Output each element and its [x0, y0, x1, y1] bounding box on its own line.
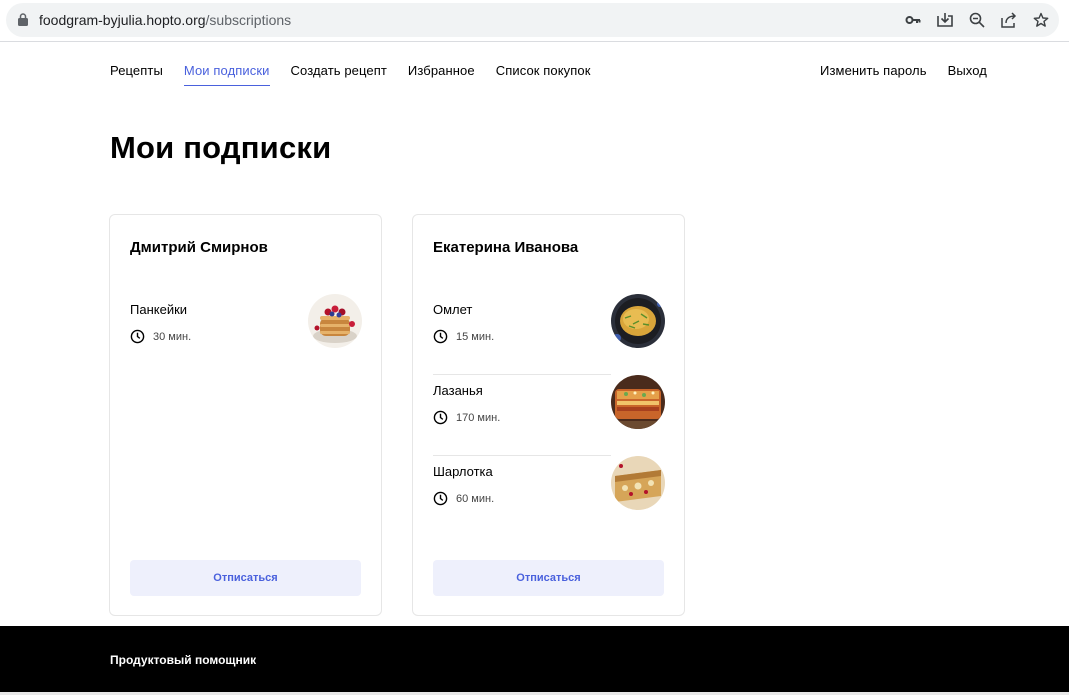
recipe-time: 15 мин.	[433, 329, 494, 344]
recipe-time: 30 мин.	[130, 329, 191, 344]
clock-icon	[433, 329, 448, 344]
site-footer: Продуктовый помощник	[0, 626, 1069, 692]
nav-recipes[interactable]: Рецепты	[110, 63, 163, 86]
star-icon[interactable]	[1031, 10, 1051, 30]
clock-icon	[433, 410, 448, 425]
recipe-time-text: 30 мин.	[153, 330, 192, 343]
omelette-image[interactable]	[611, 294, 665, 348]
url-path: /subscriptions	[205, 12, 292, 28]
nav-favorites[interactable]: Избранное	[408, 63, 475, 86]
site-header: Рецепты Мои подписки Создать рецепт Избр…	[0, 42, 1069, 94]
recipe-name[interactable]: Лазанья	[433, 383, 483, 398]
share-icon[interactable]	[999, 10, 1019, 30]
recipe-list: Омлет 15 мин. Лазанья 170 мин. Шарлотка …	[433, 294, 665, 537]
recipe-name[interactable]: Панкейки	[130, 302, 187, 317]
url-text[interactable]: foodgram-byjulia.hopto.org/subscriptions	[39, 12, 291, 28]
address-bar[interactable]: foodgram-byjulia.hopto.org/subscriptions	[6, 3, 1059, 37]
nav-my-subscriptions[interactable]: Мои подписки	[183, 63, 270, 86]
recipe-list: Панкейки 30 мин.	[130, 294, 362, 375]
clock-icon	[433, 491, 448, 506]
nav-shopping-list[interactable]: Список покупок	[496, 63, 591, 86]
clock-icon	[130, 329, 145, 344]
zoom-out-icon[interactable]	[967, 10, 987, 30]
footer-brand: Продуктовый помощник	[110, 653, 257, 667]
recipe-time: 60 мин.	[433, 491, 494, 506]
nav-create-recipe[interactable]: Создать рецепт	[291, 63, 387, 86]
unsubscribe-button[interactable]: Отписаться	[433, 560, 664, 596]
change-password-link[interactable]: Изменить пароль	[820, 63, 927, 86]
charlotte-image[interactable]	[611, 456, 665, 510]
recipe-item[interactable]: Шарлотка 60 мин.	[433, 456, 665, 537]
recipe-item[interactable]: Лазанья 170 мин.	[433, 375, 665, 456]
recipe-name[interactable]: Шарлотка	[433, 464, 493, 479]
page-title: Мои подписки	[110, 130, 332, 165]
logout-link[interactable]: Выход	[948, 63, 987, 86]
browser-toolbar: foodgram-byjulia.hopto.org/subscriptions	[0, 0, 1069, 42]
recipe-time: 170 мин.	[433, 410, 500, 425]
main-nav: Рецепты Мои подписки Создать рецепт Избр…	[110, 63, 612, 86]
lock-icon[interactable]	[18, 13, 28, 26]
recipe-name[interactable]: Омлет	[433, 302, 472, 317]
unsubscribe-button[interactable]: Отписаться	[130, 560, 361, 596]
url-host: foodgram-byjulia.hopto.org	[39, 12, 206, 28]
recipe-time-text: 170 мин.	[456, 411, 501, 424]
author-name[interactable]: Дмитрий Смирнов	[130, 239, 268, 256]
subscription-card: Дмитрий Смирнов Панкейки 30 мин. Отписат…	[109, 214, 382, 616]
recipe-time-text: 60 мин.	[456, 492, 495, 505]
recipe-item[interactable]: Панкейки 30 мин.	[130, 294, 362, 375]
subscription-card: Екатерина Иванова Омлет 15 мин. Лазанья …	[412, 214, 685, 616]
recipe-time-text: 15 мин.	[456, 330, 495, 343]
user-nav: Изменить пароль Выход	[820, 63, 987, 86]
pancakes-image[interactable]	[308, 294, 362, 348]
author-name[interactable]: Екатерина Иванова	[433, 239, 578, 256]
install-icon[interactable]	[935, 10, 955, 30]
recipe-item[interactable]: Омлет 15 мин.	[433, 294, 665, 375]
key-icon[interactable]	[903, 10, 923, 30]
lasagna-image[interactable]	[611, 375, 665, 429]
